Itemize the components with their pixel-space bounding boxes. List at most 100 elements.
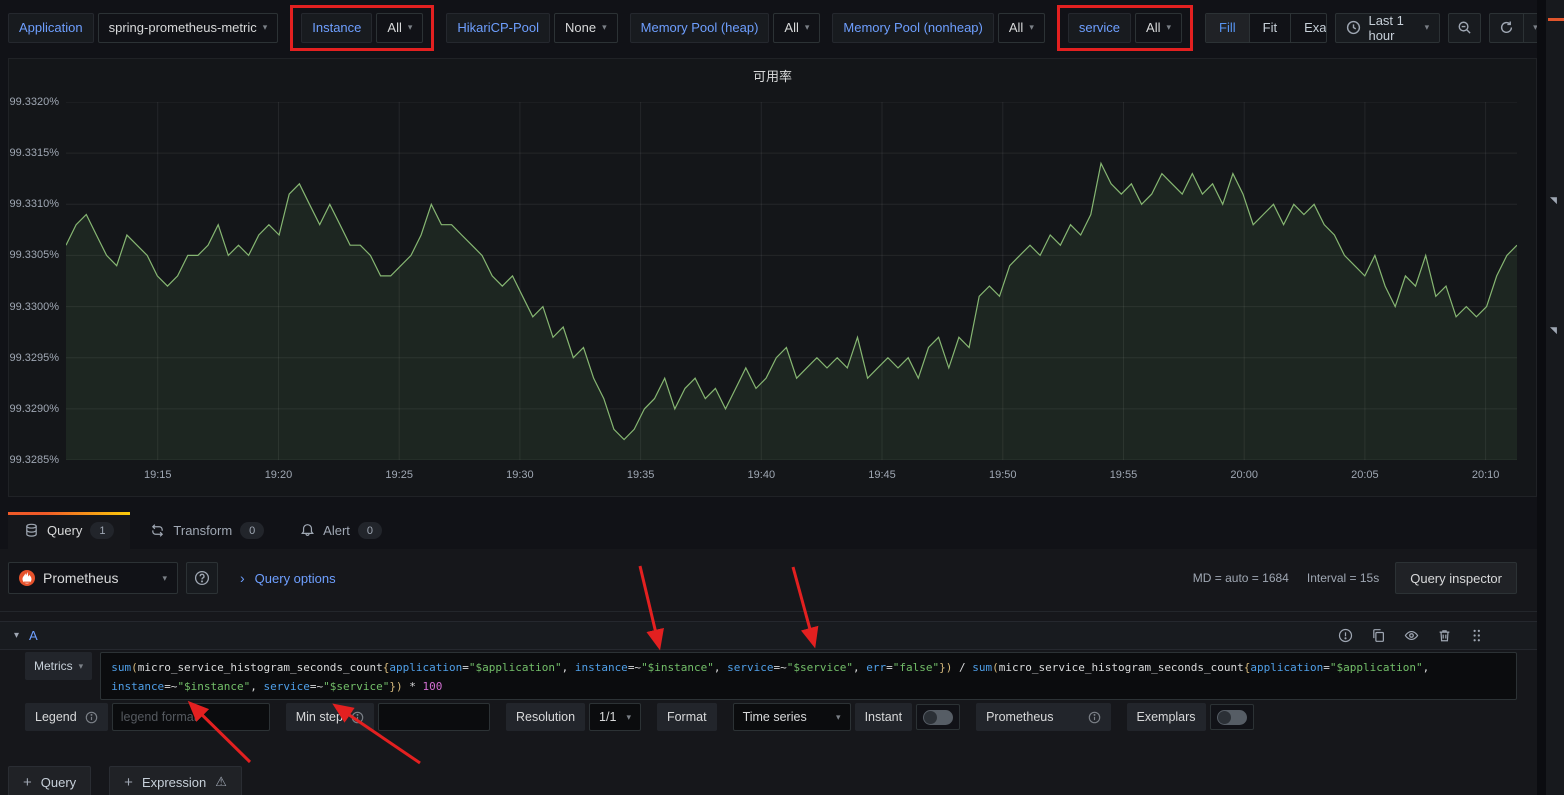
- max-datapoints-stat: MD = auto = 1684: [1193, 571, 1289, 585]
- x-axis-tick: 19:20: [256, 469, 300, 481]
- view-mode-group: Fill Fit Exact: [1205, 13, 1327, 43]
- format-select[interactable]: Time series ▾: [733, 703, 851, 731]
- y-axis-tick: 99.3320%: [9, 95, 59, 109]
- time-range-picker[interactable]: Last 1 hour ▾: [1335, 13, 1440, 43]
- y-axis-tick: 99.3310%: [9, 197, 59, 211]
- red-highlight-box-service: service All▾: [1057, 5, 1193, 51]
- x-axis-tick: 19:25: [377, 469, 421, 481]
- resolution-select[interactable]: 1/1 ▾: [589, 703, 641, 731]
- variable-label-instance: Instance: [301, 13, 372, 43]
- chart-panel: 可用率 99.3320%99.3315%99.3310%99.3305%99.3…: [8, 58, 1537, 497]
- x-axis-tick: 19:55: [1101, 469, 1145, 481]
- view-mode-fill[interactable]: Fill: [1206, 14, 1250, 42]
- tab-alert[interactable]: Alert 0: [284, 512, 398, 549]
- chart-plot-area[interactable]: [66, 102, 1517, 460]
- right-edge-gap: [1537, 0, 1546, 795]
- x-axis-tick: 19:15: [136, 469, 180, 481]
- query-ref-id: A: [29, 628, 38, 643]
- chevron-down-icon: ▾: [79, 662, 84, 671]
- chevron-down-icon: ▾: [602, 23, 607, 32]
- delete-query-trash-icon[interactable]: [1437, 628, 1452, 643]
- duplicate-query-icon[interactable]: [1371, 628, 1386, 643]
- format-label: Format: [657, 703, 717, 731]
- y-axis-tick: 99.3315%: [9, 146, 59, 160]
- prometheus-logo-icon: [19, 570, 35, 586]
- chevron-down-icon: ▾: [162, 574, 167, 583]
- chevron-right-icon: ›: [240, 570, 245, 586]
- query-row-header: ▾ A: [0, 621, 1545, 650]
- drag-handle-icon[interactable]: [1470, 628, 1483, 643]
- x-axis-tick: 19:50: [981, 469, 1025, 481]
- promql-query-input[interactable]: sum(micro_service_histogram_seconds_coun…: [100, 652, 1517, 700]
- adjacent-panel-sliver: ◥ ◥: [1546, 0, 1564, 795]
- y-axis-tick: 99.3285%: [9, 453, 59, 467]
- instant-toggle[interactable]: [916, 704, 960, 730]
- resolution-label: Resolution: [506, 703, 585, 731]
- chevron-icon: ◥: [1550, 325, 1557, 336]
- exemplars-toggle[interactable]: [1210, 704, 1254, 730]
- variable-value-instance[interactable]: All▾: [376, 13, 423, 43]
- info-icon: [351, 711, 364, 724]
- query-options-row: Legend Min step Resolution 1/1 ▾ Format …: [25, 703, 1254, 731]
- tab-transform-badge: 0: [240, 522, 264, 539]
- variable-value-application[interactable]: spring-prometheus-metric▾: [98, 13, 279, 43]
- add-query-button[interactable]: + Query: [8, 766, 91, 795]
- collapse-chevron-icon[interactable]: ▾: [14, 630, 19, 641]
- legend-format-input[interactable]: [112, 703, 270, 731]
- x-axis-tick: 20:00: [1222, 469, 1266, 481]
- tab-query-badge: 1: [90, 522, 114, 539]
- query-help-icon[interactable]: [1338, 628, 1353, 643]
- x-axis-tick: 19:45: [860, 469, 904, 481]
- chevron-down-icon: ▾: [1167, 23, 1172, 32]
- variable-label-service: service: [1068, 13, 1131, 43]
- hide-query-eye-icon[interactable]: [1404, 628, 1419, 643]
- min-step-input[interactable]: [378, 703, 490, 731]
- interval-stat: Interval = 15s: [1307, 571, 1379, 585]
- red-highlight-box-instance: Instance All▾: [290, 5, 434, 51]
- x-axis-tick: 19:30: [498, 469, 542, 481]
- datasource-name: Prometheus: [43, 570, 154, 586]
- series-fill: [66, 163, 1517, 460]
- chevron-down-icon: ▾: [408, 23, 413, 32]
- panel-accent-line: [1548, 18, 1564, 21]
- variable-value-memory-nonheap[interactable]: All▾: [998, 13, 1045, 43]
- add-buttons-row: + Query + Expression ⚠: [8, 766, 242, 795]
- editor-tabbar: Query 1 Transform 0 Alert 0: [0, 512, 1545, 549]
- query-editor-section: Prometheus ▾ › Query options MD = auto =…: [0, 549, 1545, 795]
- variable-value-hikaricp[interactable]: None▾: [554, 13, 618, 43]
- y-axis-tick: 99.3305%: [9, 248, 59, 262]
- refresh-button[interactable]: [1490, 14, 1524, 42]
- y-axis-tick: 99.3290%: [9, 402, 59, 416]
- query-inspector-button[interactable]: Query inspector: [1395, 562, 1517, 594]
- variable-group-memory-nonheap: Memory Pool (nonheap) All▾: [832, 13, 1044, 43]
- legend-label: Legend: [25, 703, 108, 731]
- min-step-label: Min step: [286, 703, 374, 731]
- variable-value-service[interactable]: All▾: [1135, 13, 1182, 43]
- datasource-option-label: Prometheus: [976, 703, 1110, 731]
- transform-icon: [150, 523, 165, 538]
- datasource-row: Prometheus ▾ › Query options MD = auto =…: [8, 562, 1517, 594]
- view-mode-exact[interactable]: Exact: [1291, 14, 1327, 42]
- variable-value-memory-heap[interactable]: All▾: [773, 13, 820, 43]
- view-mode-fit[interactable]: Fit: [1250, 14, 1291, 42]
- chevron-down-icon: ▾: [805, 23, 810, 32]
- info-icon: [85, 711, 98, 724]
- datasource-picker[interactable]: Prometheus ▾: [8, 562, 178, 594]
- query-options-toggle[interactable]: › Query options: [240, 570, 336, 586]
- help-icon: [194, 570, 210, 586]
- add-expression-button[interactable]: + Expression ⚠: [109, 766, 242, 795]
- variable-label-hikaricp: HikariCP-Pool: [446, 13, 550, 43]
- metrics-dropdown[interactable]: Metrics ▾: [25, 652, 92, 680]
- zoom-out-icon: [1457, 20, 1472, 35]
- dashboard-submenu: Application spring-prometheus-metric▾ In…: [0, 0, 1545, 55]
- variable-label-application: Application: [8, 13, 94, 43]
- tab-transform[interactable]: Transform 0: [134, 512, 280, 549]
- tab-query[interactable]: Query 1: [8, 512, 130, 549]
- zoom-out-button[interactable]: [1448, 13, 1481, 43]
- datasource-help-button[interactable]: [186, 562, 218, 594]
- query-editor-row: Metrics ▾ sum(micro_service_histogram_se…: [25, 652, 1517, 700]
- variable-group-hikaricp: HikariCP-Pool None▾: [446, 13, 617, 43]
- x-axis-tick: 19:35: [619, 469, 663, 481]
- divider: [0, 611, 1545, 612]
- variable-label-memory-nonheap: Memory Pool (nonheap): [832, 13, 993, 43]
